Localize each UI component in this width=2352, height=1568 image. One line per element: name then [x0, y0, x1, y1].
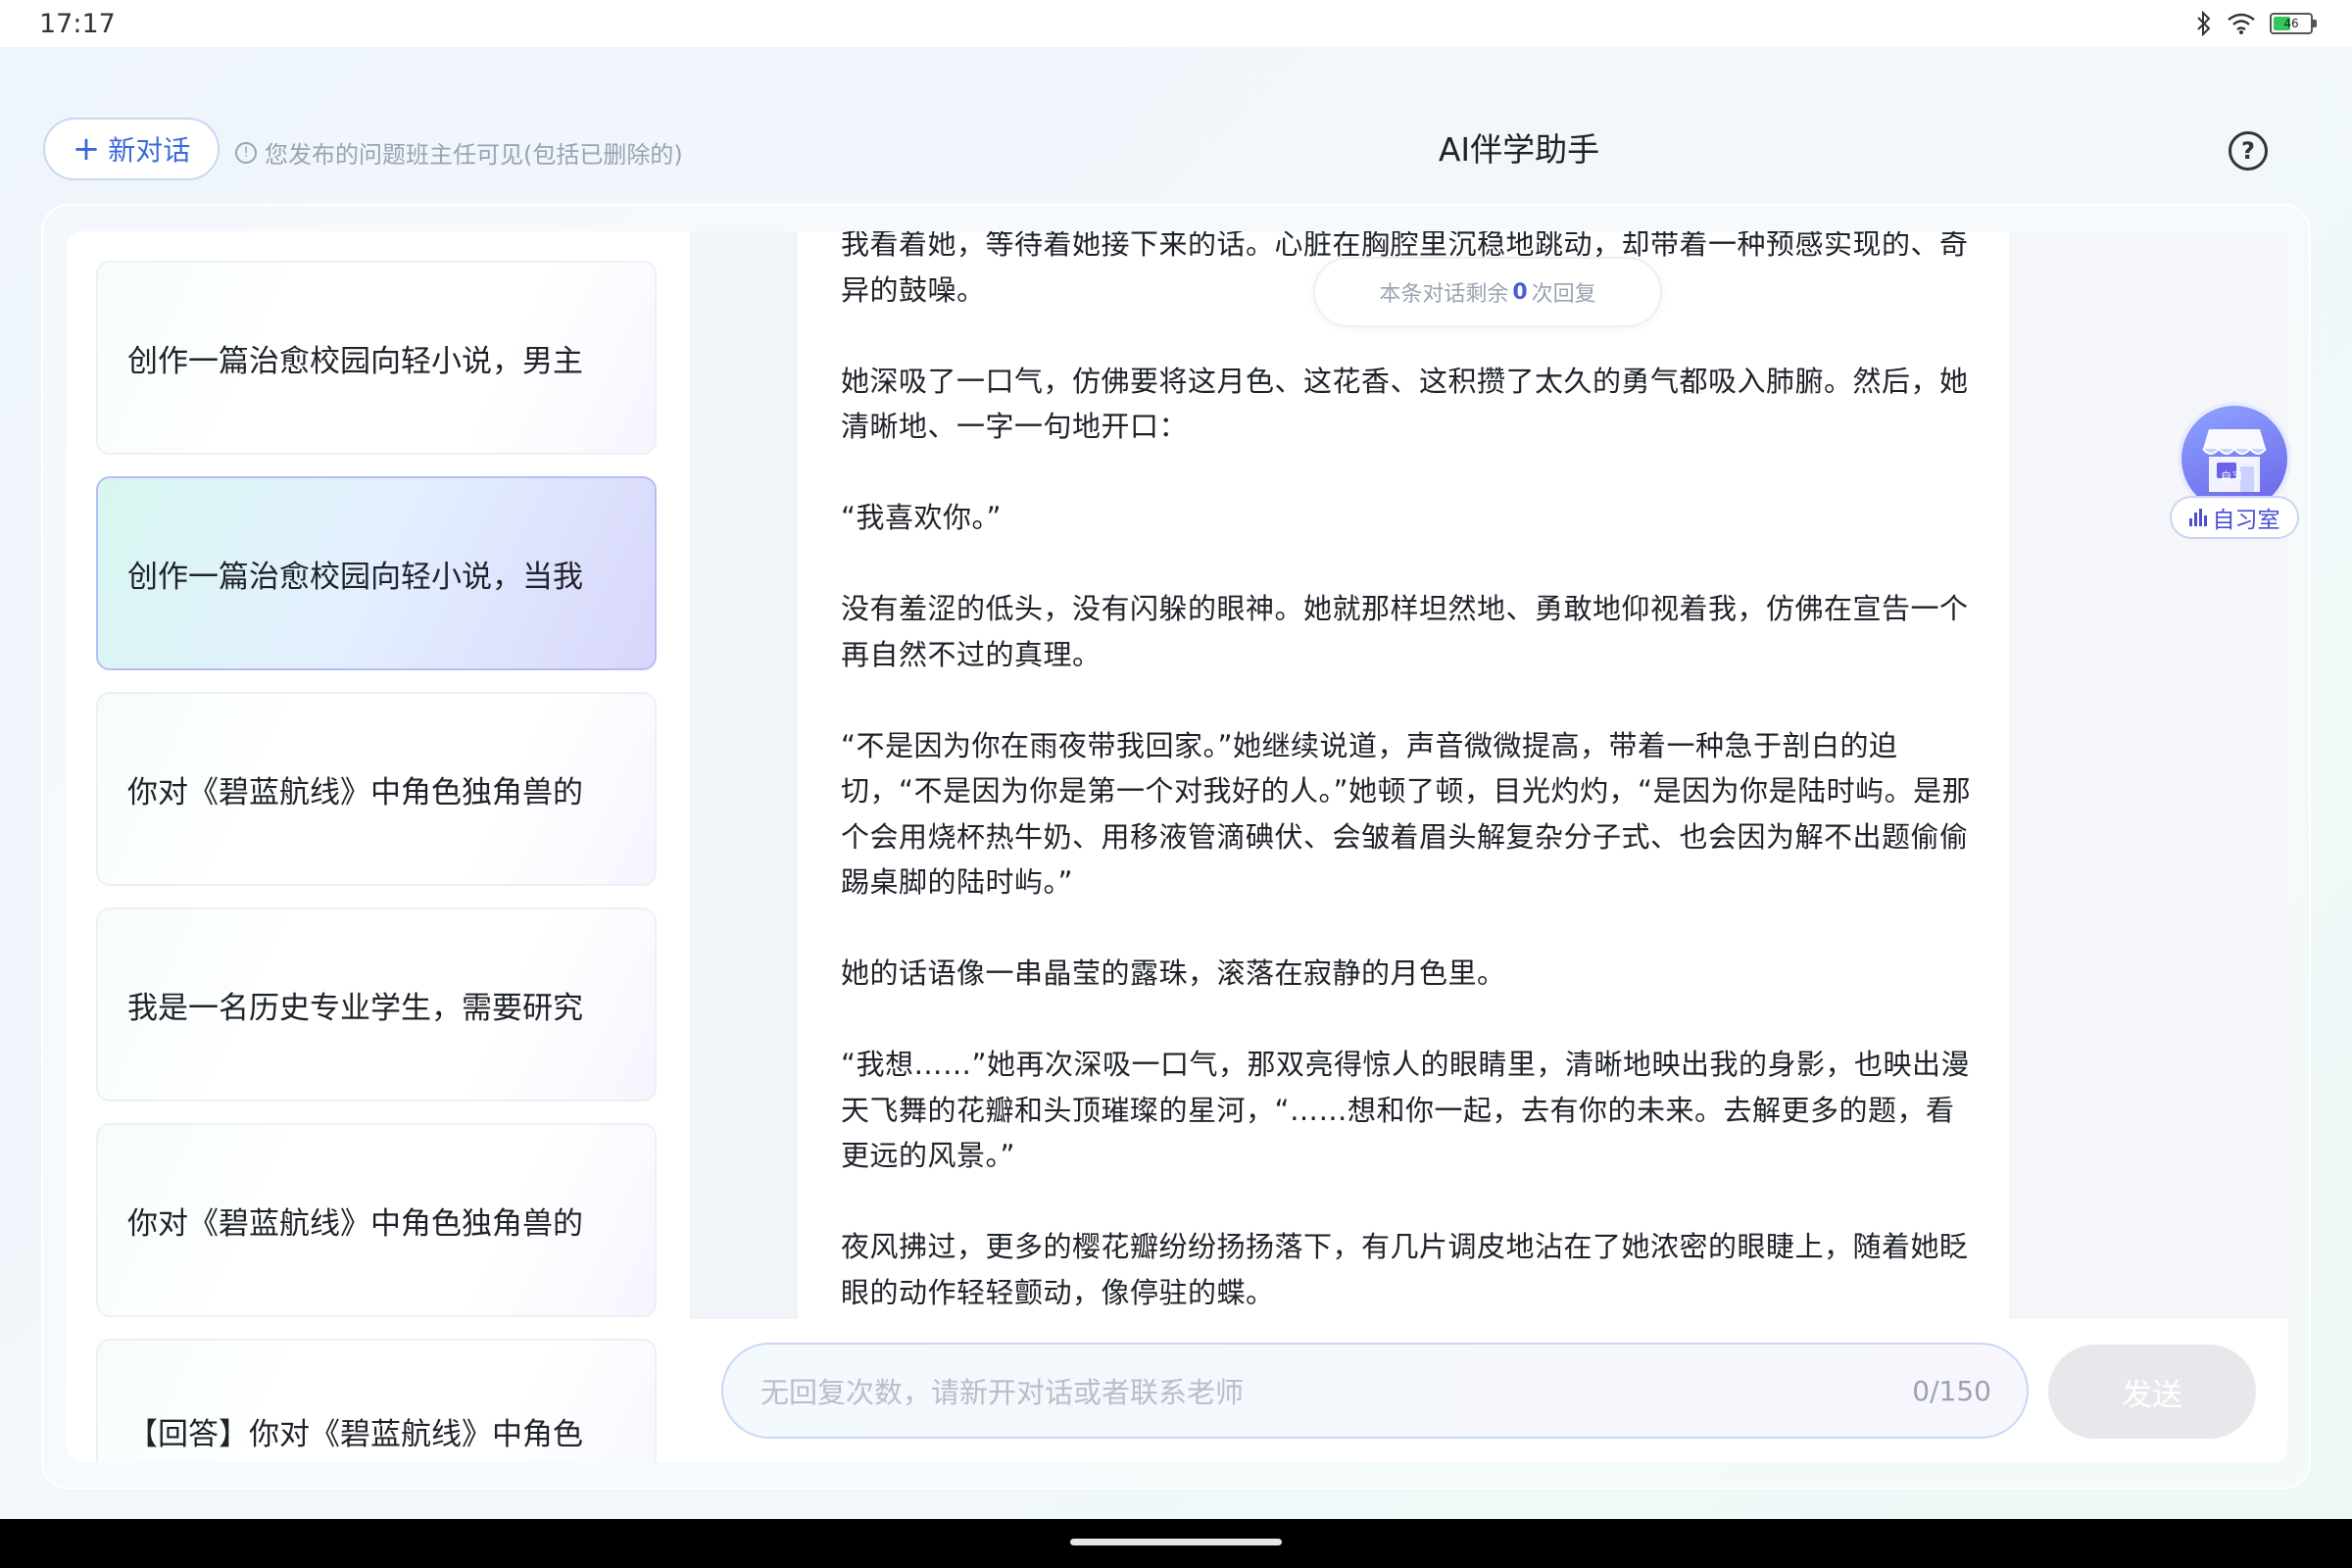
conversation-item[interactable]: 我是一名历史专业学生，需要研究 [96, 907, 657, 1102]
ai-message: 我看着她，等待着她接下来的话。心脏在胸腔里沉稳地跳动，却带着一种预感实现的、奇异… [798, 231, 2009, 1319]
battery-icon: 46 [2270, 13, 2317, 34]
status-icons: 46 [2195, 11, 2317, 36]
conversation-item-label: 【回答】你对《碧蓝航线》中角色 [127, 1417, 583, 1452]
help-icon[interactable]: ? [2229, 131, 2268, 171]
conversation-item-label: 你对《碧蓝航线》中角色独角兽的 [127, 1205, 583, 1242]
remaining-replies-badge: 本条对话剩余 0 次回复 [1313, 257, 1662, 327]
plus-icon: + [72, 129, 101, 169]
message-paragraph: 她的话语像一串晶莹的露珠，滚落在寂静的月色里。 [841, 956, 1506, 990]
chat-content-area[interactable]: 我看着她，等待着她接下来的话。心脏在胸腔里沉稳地跳动，却带着一种预感实现的、奇异… [690, 231, 2287, 1319]
conversation-item-label: 创作一篇治愈校园向轻小说，男主 [127, 343, 583, 379]
message-paragraph: “不是因为你在雨夜带我回家。”她继续说道，声音微微提高，带着一种急于剖白的迫切，… [841, 728, 1972, 900]
chart-bars-icon [2188, 509, 2207, 526]
remaining-count: 0 [1512, 279, 1528, 305]
message-paragraph: “我想……”她再次深吸一口气，那双亮得惊人的眼睛里，清晰地映出我的身影，也映出漫… [841, 1048, 1971, 1172]
remaining-prefix: 本条对话剩余 [1379, 282, 1509, 307]
study-room-label: 自习室 [2170, 496, 2299, 539]
conversation-item-label: 你对《碧蓝航线》中角色独角兽的 [127, 774, 583, 810]
study-room-text: 自习室 [2212, 508, 2280, 533]
bluetooth-icon [2197, 11, 2211, 36]
status-time: 17:17 [39, 8, 116, 39]
page-title: AI伴学助手 [1438, 130, 1600, 169]
char-counter: 0/150 [1912, 1374, 1991, 1407]
conversation-sidebar: 创作一篇治愈校园向轻小说，男主 创作一篇治愈校园向轻小说，当我 你对《碧蓝航线》… [67, 231, 690, 1462]
new-chat-button[interactable]: + 新对话 [43, 118, 220, 180]
conversation-item-label: 我是一名历史专业学生，需要研究 [127, 990, 583, 1026]
home-indicator[interactable] [1070, 1539, 1282, 1545]
message-paragraph: 没有羞涩的低头，没有闪躲的眼神。她就那样坦然地、勇敢地仰视着我，仿佛在宣告一个再… [841, 592, 1969, 671]
study-room-widget[interactable]: 自习 自习室 [2166, 396, 2303, 543]
conversation-item-active[interactable]: 创作一篇治愈校园向轻小说，当我 [96, 476, 657, 670]
ai-message-body: 我看着她，等待着她接下来的话。心脏在胸腔里沉稳地跳动，却带着一种预感实现的、奇异… [841, 231, 1978, 1319]
conversation-item[interactable]: 创作一篇治愈校园向轻小说，男主 [96, 261, 657, 455]
message-paragraph: “我喜欢你。” [841, 501, 1003, 534]
storefront-icon [2202, 429, 2267, 492]
conversation-item[interactable]: 你对《碧蓝航线》中角色独角兽的 [96, 692, 657, 886]
study-room-badge: 自习 [2221, 470, 2242, 483]
send-button[interactable]: 发送 [2048, 1345, 2256, 1439]
remaining-suffix: 次回复 [1531, 282, 1596, 307]
battery-level: 46 [2283, 17, 2299, 30]
message-input-placeholder: 无回复次数，请新开对话或者联系老师 [760, 1376, 1245, 1409]
visibility-notice: ! 您发布的问题班主任可见(包括已删除的) [235, 135, 683, 170]
message-paragraph: 她深吸了一口气，仿佛要将这月色、这花香、这积攒了太久的勇气都吸入肺腑。然后，她清… [841, 364, 1969, 444]
visibility-notice-text: 您发布的问题班主任可见(包括已删除的) [265, 141, 683, 169]
message-paragraph: 夜风拂过，更多的樱花瓣纷纷扬扬落下，有几片调皮地沾在了她浓密的眼睫上，随着她眨眼… [841, 1230, 1969, 1309]
status-bar: 17:17 46 [0, 0, 2352, 47]
new-chat-label: 新对话 [108, 134, 191, 167]
info-icon: ! [235, 141, 257, 164]
conversation-item[interactable]: 【回答】你对《碧蓝航线》中角色 [96, 1339, 657, 1462]
wifi-icon [2228, 13, 2255, 34]
message-input[interactable]: 无回复次数，请新开对话或者联系老师 0/150 [721, 1343, 2029, 1439]
conversation-item[interactable]: 你对《碧蓝航线》中角色独角兽的 [96, 1123, 657, 1317]
conversation-item-label: 创作一篇治愈校园向轻小说，当我 [127, 559, 583, 595]
